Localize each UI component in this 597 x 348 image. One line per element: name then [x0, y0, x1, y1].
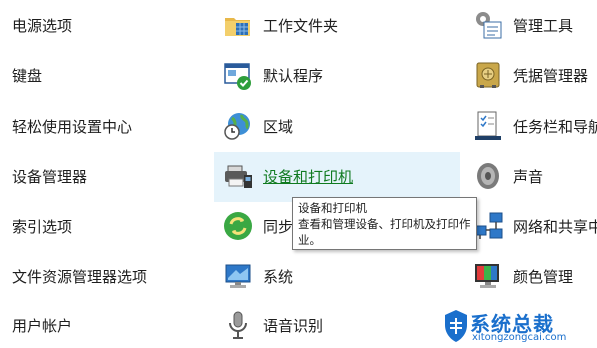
item-network-sharing-center-label: 网络和共享中	[513, 217, 597, 236]
folder-icon	[222, 9, 254, 41]
globe-clock-icon	[222, 110, 254, 142]
item-system-label: 系统	[263, 267, 294, 286]
item-indexing-options[interactable]: 索引选项	[0, 203, 210, 249]
item-user-accounts[interactable]: 用户帐户	[0, 302, 210, 348]
color-management-icon	[472, 260, 504, 292]
microphone-icon	[222, 309, 254, 341]
item-region[interactable]: 区域	[214, 103, 460, 149]
item-keyboard[interactable]: 键盘	[0, 52, 210, 98]
item-credential-manager[interactable]: 凭据管理器	[464, 52, 597, 98]
printer-icon	[222, 160, 254, 192]
item-device-manager-label: 设备管理器	[12, 167, 88, 186]
item-file-explorer-options-label: 文件资源管理器选项	[12, 267, 148, 286]
item-color-management-label: 颜色管理	[513, 267, 574, 286]
item-network-sharing-center[interactable]: 网络和共享中	[464, 203, 597, 249]
item-devices-and-printers[interactable]: 设备和打印机	[214, 153, 460, 199]
sync-icon	[222, 210, 254, 242]
default-programs-icon	[222, 59, 254, 91]
item-devices-and-printers-label[interactable]: 设备和打印机	[263, 166, 353, 187]
tooltip-title: 设备和打印机	[298, 201, 367, 215]
item-ease-of-access[interactable]: 轻松使用设置中心	[0, 103, 210, 149]
item-work-folders[interactable]: 工作文件夹	[214, 2, 460, 48]
item-default-programs-label: 默认程序	[263, 66, 324, 85]
watermark: 系统总裁 xitongzongcai.com	[440, 306, 597, 348]
item-work-folders-label: 工作文件夹	[263, 16, 339, 35]
computer-icon	[222, 260, 254, 292]
item-sound[interactable]: 声音	[464, 153, 597, 199]
item-power-options-label: 电源选项	[12, 16, 73, 35]
tooltip: 设备和打印机 查看和管理设备、打印机及打印作业。	[292, 197, 477, 250]
item-ease-of-access-label: 轻松使用设置中心	[12, 117, 133, 136]
item-default-programs[interactable]: 默认程序	[214, 52, 460, 98]
item-power-options[interactable]: 电源选项	[0, 2, 210, 48]
taskbar-icon	[472, 110, 504, 142]
tooltip-description: 查看和管理设备、打印机及打印作业。	[298, 217, 471, 247]
item-region-label: 区域	[263, 117, 294, 136]
item-color-management[interactable]: 颜色管理	[464, 253, 597, 299]
watermark-url: xitongzongcai.com	[472, 332, 567, 343]
item-sync-center-label: 同步	[263, 217, 294, 236]
vault-icon	[472, 59, 504, 91]
speaker-icon	[472, 160, 504, 192]
item-sound-label: 声音	[513, 167, 544, 186]
item-admin-tools-label: 管理工具	[513, 16, 574, 35]
item-device-manager[interactable]: 设备管理器	[0, 153, 210, 199]
watermark-logo-icon	[445, 310, 467, 342]
item-speech-recognition[interactable]: 语音识别	[214, 302, 460, 348]
item-taskbar-navigation[interactable]: 任务栏和导航	[464, 103, 597, 149]
item-indexing-options-label: 索引选项	[12, 217, 73, 236]
item-file-explorer-options[interactable]: 文件资源管理器选项	[0, 253, 210, 299]
admin-tools-icon	[472, 9, 504, 41]
item-user-accounts-label: 用户帐户	[12, 316, 73, 335]
item-credential-manager-label: 凭据管理器	[513, 66, 589, 85]
item-keyboard-label: 键盘	[12, 66, 43, 85]
item-speech-recognition-label: 语音识别	[263, 316, 324, 335]
item-system[interactable]: 系统	[214, 253, 460, 299]
item-taskbar-navigation-label: 任务栏和导航	[513, 117, 597, 136]
item-admin-tools[interactable]: 管理工具	[464, 2, 597, 48]
